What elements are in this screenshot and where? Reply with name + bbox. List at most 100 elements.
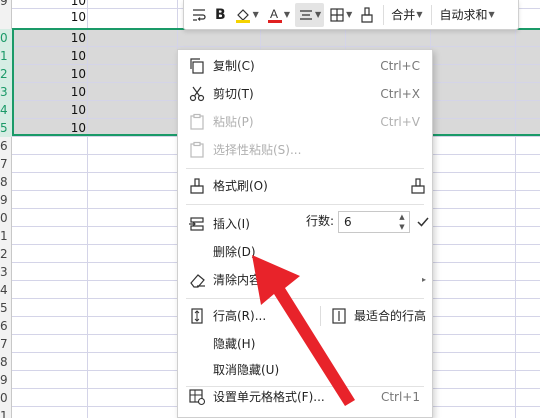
menu-item-label: 插入(I): [213, 217, 250, 231]
menu-item-label: 最适合的行高: [354, 309, 427, 323]
row-number[interactable]: 0: [0, 389, 12, 407]
align-button[interactable]: ▼: [294, 2, 325, 27]
row-number[interactable]: 6: [0, 317, 12, 335]
cell-format-icon: [189, 389, 206, 406]
context-menu: 复制(C) Ctrl+C 剪切(T) Ctrl+X 粘贴(P) Ctrl+V 选…: [177, 49, 433, 418]
row-number[interactable]: 2: [0, 65, 12, 83]
chevron-down-icon[interactable]: ▼: [253, 10, 259, 19]
menu-item-label: 设置单元格格式(F)...: [213, 390, 325, 404]
menu-item-delete[interactable]: 删除(D): [178, 238, 432, 266]
clipboard-icon: [190, 141, 204, 158]
brush-icon: [361, 6, 373, 23]
menu-item-label: 隐藏(H): [213, 337, 256, 351]
checkmark-icon[interactable]: [416, 215, 430, 229]
paint-bucket-icon: [235, 8, 250, 23]
menu-divider: [320, 306, 321, 326]
brush-icon: [190, 178, 204, 194]
spin-up-icon[interactable]: ▲: [396, 212, 408, 222]
chevron-down-icon[interactable]: ▼: [416, 10, 422, 19]
merge-button[interactable]: 合并 ▼: [388, 3, 425, 27]
merge-label: 合并: [391, 8, 416, 22]
autosum-label: 自动求和: [439, 8, 488, 22]
clipboard-icon: [190, 113, 204, 130]
menu-item-copy[interactable]: 复制(C) Ctrl+C: [178, 52, 432, 80]
chevron-down-icon[interactable]: ▼: [488, 10, 494, 19]
font-color-button[interactable]: A ▼: [264, 3, 293, 27]
autosum-button[interactable]: 自动求和 ▼: [436, 3, 497, 27]
copy-icon: [190, 58, 204, 74]
row-number[interactable]: 3: [0, 83, 12, 101]
font-color-icon: A: [267, 7, 282, 23]
menu-item-clear[interactable]: 清除内容 ▸: [178, 266, 432, 294]
menu-item-label: 粘贴(P): [213, 115, 254, 129]
toolbar-divider: [431, 4, 433, 25]
highlight-bar: [235, 19, 250, 23]
spin-down-icon[interactable]: ▼: [396, 222, 408, 232]
autofit-row-icon: [332, 308, 346, 324]
menu-item-label: 行高(R)...: [213, 309, 267, 323]
chevron-down-icon[interactable]: ▼: [346, 10, 352, 19]
chevron-right-icon: ▸: [421, 275, 426, 284]
insert-row-icon: [189, 217, 204, 231]
shortcut-text: Ctrl+C: [380, 59, 420, 73]
chevron-down-icon[interactable]: ▼: [284, 10, 290, 19]
row-number[interactable]: 1: [0, 227, 12, 245]
menu-item-unhide[interactable]: 取消隐藏(U): [178, 356, 432, 384]
menu-item-label: 复制(C): [213, 59, 255, 73]
borders-icon: [330, 7, 344, 22]
menu-item-label: 格式刷(O): [213, 179, 268, 193]
menu-item-label: 取消隐藏(U): [213, 363, 280, 377]
row-number[interactable]: 3: [0, 263, 12, 281]
row-number[interactable]: 8: [0, 173, 12, 191]
row-number[interactable]: 7: [0, 335, 12, 353]
menu-item-format-cells[interactable]: 设置单元格格式(F)... Ctrl+1: [178, 383, 432, 411]
scissors-icon: [189, 86, 205, 102]
toolbar-divider: [383, 4, 385, 25]
menu-item-hide[interactable]: 隐藏(H): [178, 330, 432, 358]
row-number[interactable]: 7: [0, 155, 12, 173]
brush-icon[interactable]: [408, 177, 426, 195]
borders-button[interactable]: ▼: [326, 3, 355, 27]
cell-value[interactable]: 10: [16, 8, 86, 26]
chevron-down-icon[interactable]: ▼: [315, 10, 321, 19]
shortcut-text: Ctrl+X: [380, 87, 420, 101]
menu-item-label: 删除(D): [213, 245, 256, 259]
row-number[interactable]: 0: [0, 29, 12, 47]
shortcut-text: Ctrl+V: [380, 115, 420, 129]
eraser-icon: [190, 274, 205, 288]
menu-item-paste-special[interactable]: 选择性粘贴(S)...: [178, 136, 432, 164]
menu-item-paste[interactable]: 粘贴(P) Ctrl+V: [178, 108, 432, 136]
row-number[interactable]: 5: [0, 299, 12, 317]
row-number[interactable]: 9: [0, 0, 12, 10]
row-height-icon: [191, 308, 203, 324]
row-number[interactable]: 4: [0, 101, 12, 119]
row-number[interactable]: 5: [0, 119, 12, 137]
row-number[interactable]: 1: [0, 47, 12, 65]
menu-item-cut[interactable]: 剪切(T) Ctrl+X: [178, 80, 432, 108]
row-number[interactable]: 8: [0, 353, 12, 371]
row-number[interactable]: 0: [0, 209, 12, 227]
menu-item-label: 清除内容: [213, 273, 262, 287]
wrap-text-button[interactable]: [188, 3, 210, 27]
bold-button[interactable]: B: [212, 3, 229, 27]
row-number[interactable]: 6: [0, 137, 12, 155]
rows-count-label: 行数:: [306, 214, 335, 228]
format-painter-button[interactable]: [357, 3, 377, 27]
menu-item-autofit-row[interactable]: 最适合的行高: [328, 302, 432, 330]
menu-item-label: 剪切(T): [213, 87, 254, 101]
menu-item-format-painter[interactable]: 格式刷(O): [178, 172, 432, 200]
row-number[interactable]: 1: [0, 407, 12, 418]
menu-divider: [186, 204, 424, 205]
font-color-label: A: [270, 7, 278, 21]
menu-divider: [186, 298, 424, 299]
row-number[interactable]: 9: [0, 191, 12, 209]
row-number[interactable]: 9: [0, 371, 12, 389]
row-number[interactable]: 4: [0, 281, 12, 299]
fill-color-button[interactable]: ▼: [231, 3, 262, 27]
mini-toolbar: B ▼ A ▼ ▼ ▼ 合并 ▼ 自动求和 ▼: [183, 0, 519, 30]
align-center-icon: [299, 9, 312, 20]
menu-divider: [186, 168, 424, 169]
shortcut-text: Ctrl+1: [380, 390, 420, 404]
row-number[interactable]: 2: [0, 245, 12, 263]
menu-item-label: 选择性粘贴(S)...: [213, 143, 302, 157]
